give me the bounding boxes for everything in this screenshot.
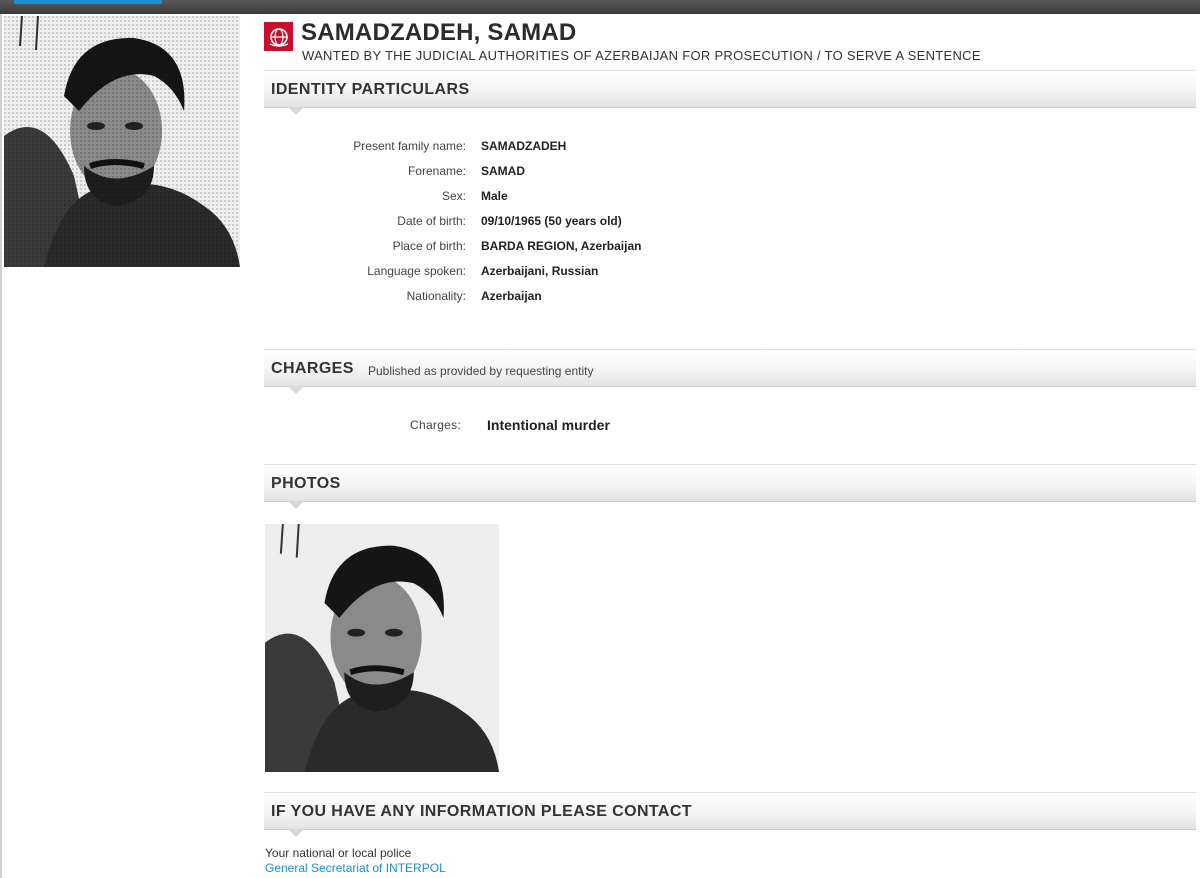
section-title: IF YOU HAVE ANY INFORMATION PLEASE CONTA… (271, 803, 692, 820)
photos-header: PHOTOS (264, 464, 1196, 509)
section-title: IDENTITY PARTICULARS (271, 81, 470, 98)
field-label: Sex: (441, 189, 466, 203)
interpol-general-secretariat-link[interactable]: General Secretariat of INTERPOL (265, 861, 446, 875)
field-row-language-spoken: Language spoken: Azerbaijani, Russian (264, 264, 864, 284)
field-value: SAMAD (481, 164, 525, 178)
contact-header: IF YOU HAVE ANY INFORMATION PLEASE CONTA… (264, 792, 1196, 837)
section-title: CHARGES (271, 360, 354, 377)
gallery-photo-thumbnail[interactable] (265, 524, 499, 772)
field-value: 09/10/1965 (50 years old) (481, 214, 622, 228)
section-pointer-icon (288, 501, 304, 509)
field-row-forename: Forename: SAMAD (264, 164, 864, 184)
top-navigation-bar (0, 0, 1200, 14)
field-label: Nationality: (406, 289, 466, 303)
field-row-family-name: Present family name: SAMADZADEH (264, 139, 864, 159)
wanted-person-photo (4, 16, 240, 267)
active-tab-indicator[interactable] (14, 0, 162, 4)
contact-national-police: Your national or local police (265, 846, 412, 860)
section-pointer-icon (288, 829, 304, 837)
charges-header: CHARGES Published as provided by request… (264, 349, 1196, 394)
field-value: BARDA REGION, Azerbaijan (481, 239, 642, 253)
field-label: Present family name: (353, 139, 466, 153)
field-label: Forename: (407, 164, 466, 178)
page-left-border (0, 14, 2, 878)
identity-particulars-header: IDENTITY PARTICULARS (264, 70, 1196, 115)
wanted-person-name: SAMADZADEH, SAMAD (301, 19, 577, 46)
section-pointer-icon (288, 386, 304, 394)
field-label: Date of birth: (397, 214, 466, 228)
charges-note: Published as provided by requesting enti… (368, 364, 594, 378)
field-value: Male (481, 189, 508, 203)
field-row-sex: Sex: Male (264, 189, 864, 209)
field-row-place-of-birth: Place of birth: BARDA REGION, Azerbaijan (264, 239, 864, 259)
field-value: Azerbaijani, Russian (481, 264, 599, 278)
field-label: Language spoken: (367, 264, 466, 278)
charges-label: Charges: (410, 418, 462, 432)
interpol-emblem-icon (264, 22, 293, 51)
field-label: Place of birth: (392, 239, 466, 253)
field-value: SAMADZADEH (481, 139, 567, 153)
notice-subtitle: WANTED BY THE JUDICIAL AUTHORITIES OF AZ… (302, 48, 981, 63)
field-value: Azerbaijan (481, 289, 542, 303)
field-row-nationality: Nationality: Azerbaijan (264, 289, 864, 309)
section-title: PHOTOS (271, 475, 341, 492)
section-pointer-icon (288, 107, 304, 115)
field-row-date-of-birth: Date of birth: 09/10/1965 (50 years old) (264, 214, 864, 234)
charges-value: Intentional murder (487, 417, 610, 433)
